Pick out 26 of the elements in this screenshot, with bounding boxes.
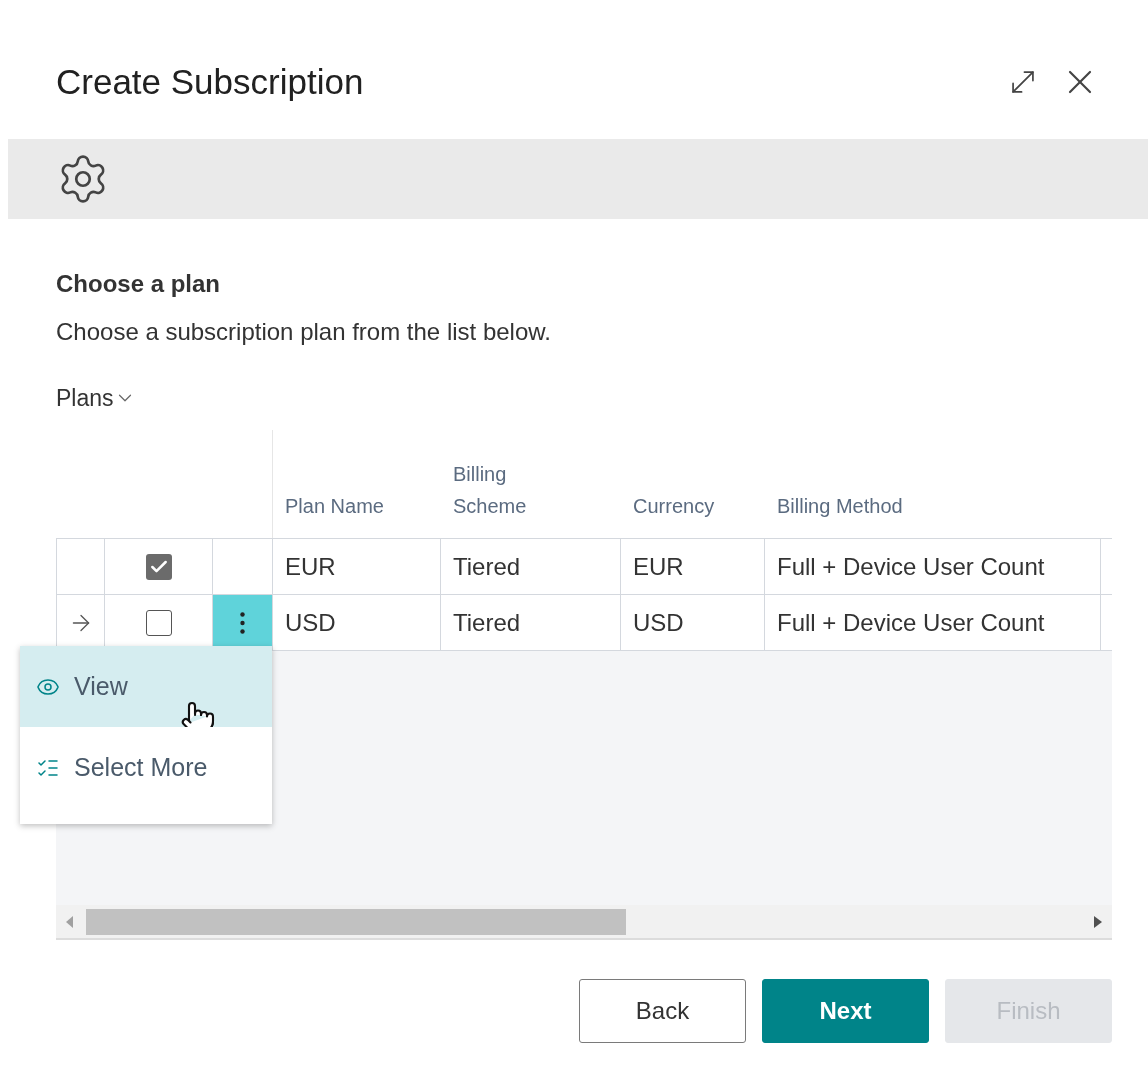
row-checkbox[interactable] [145, 553, 172, 580]
primary-button[interactable]: Next [762, 979, 929, 1043]
table-cell-text: Tiered [453, 607, 521, 638]
column-header[interactable]: Plan Name [285, 490, 435, 522]
more-icon [240, 611, 245, 634]
table-cell-text: USD [633, 607, 684, 638]
table-cell-text: Full + Device User Count [777, 607, 1045, 638]
column-header[interactable]: Billing Method [777, 490, 997, 522]
section-description: Choose a subscription plan from the list below. [56, 317, 552, 347]
row-checkbox[interactable] [145, 609, 172, 636]
horizontal-scrollbar[interactable] [56, 905, 1112, 940]
table-cell-text: USD [285, 607, 336, 638]
menu-item[interactable]: View [20, 646, 272, 727]
scroll-right-icon[interactable] [1094, 915, 1102, 928]
table-cell-text: Full + Device User Count [777, 551, 1045, 582]
table-cell-text: EUR [285, 551, 336, 582]
secondary-button[interactable]: Back [579, 979, 746, 1043]
menu-item[interactable]: Select More [20, 727, 272, 808]
scrollbar-thumb[interactable] [86, 908, 626, 935]
column-header[interactable]: Currency [633, 490, 763, 522]
column-header[interactable]: Billing Scheme [453, 458, 563, 522]
table-cell-text: Tiered [453, 551, 521, 582]
table-cell-text: EUR [633, 551, 684, 582]
plans-dropdown[interactable]: Plans [56, 383, 136, 413]
section-heading: Choose a plan [56, 269, 222, 299]
dialog-title: Create Subscription [56, 64, 364, 99]
